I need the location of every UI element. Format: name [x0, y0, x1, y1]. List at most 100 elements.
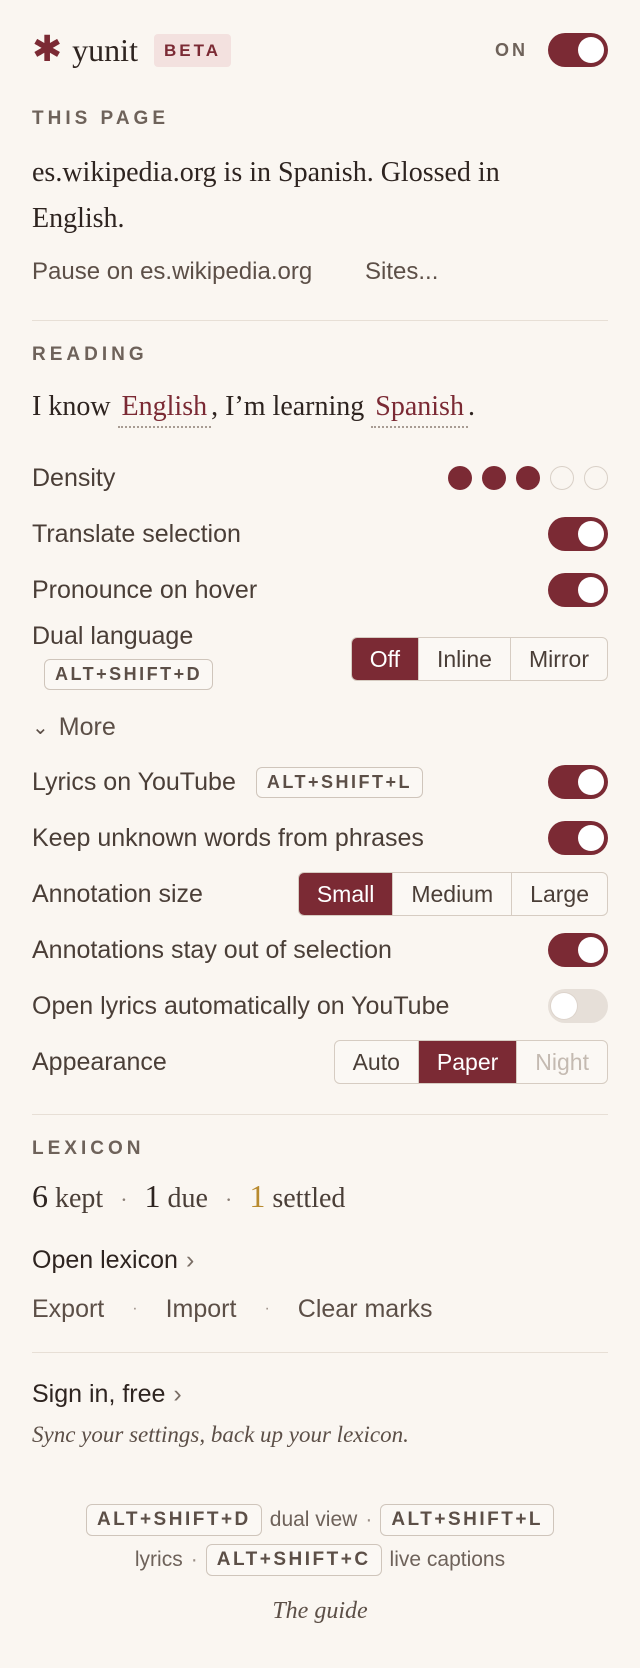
size-option-large[interactable]: Large — [511, 873, 607, 915]
asterisk-logo-icon: ✱ — [32, 29, 63, 70]
dual-language-label-group: Dual language ALT+SHIFT+D — [32, 622, 214, 690]
density-selector[interactable] — [448, 466, 608, 490]
sign-in-link[interactable]: Sign in, free › — [32, 1380, 182, 1409]
keep-unknown-label: Keep unknown words from phrases — [32, 823, 424, 852]
lexicon-stats: 6 kept · 1 due · 1 settled — [32, 1178, 345, 1215]
density-label: Density — [32, 463, 116, 492]
translate-selection-label: Translate selection — [32, 519, 241, 548]
pronounce-hover-label: Pronounce on hover — [32, 575, 258, 604]
appearance-option-auto[interactable]: Auto — [335, 1041, 418, 1083]
shortcut-line-1: ALT+SHIFT+D dual view · ALT+SHIFT+L — [32, 1504, 608, 1536]
lyrics-youtube-row: Lyrics on YouTube ALT+SHIFT+L — [32, 764, 608, 800]
dual-option-mirror[interactable]: Mirror — [509, 638, 607, 680]
sign-in-label: Sign in, free — [32, 1380, 166, 1408]
power-toggle[interactable] — [548, 33, 608, 67]
sites-link[interactable]: Sites... — [365, 258, 438, 286]
lyrics-footer-shortcut: ALT+SHIFT+L — [380, 1504, 555, 1536]
header: ✱ yunit BETA ON — [32, 28, 608, 72]
open-lyrics-auto-label: Open lyrics automatically on YouTube — [32, 991, 450, 1020]
chevron-right-icon: › — [173, 1380, 182, 1408]
settled-label: settled — [272, 1183, 346, 1214]
import-link[interactable]: Import — [166, 1295, 237, 1324]
app-name: yunit — [72, 31, 138, 68]
language-pair-sentence: I know English, I’m learning Spanish. — [32, 384, 608, 430]
guide-link[interactable]: The guide — [0, 1598, 640, 1625]
footer-separator: · — [365, 1508, 373, 1531]
dual-language-segmented[interactable]: Off Inline Mirror — [350, 637, 608, 681]
translate-selection-row: Translate selection — [32, 516, 608, 552]
settled-count: 1 — [249, 1178, 266, 1214]
density-dot[interactable] — [550, 466, 574, 490]
appearance-segmented[interactable]: Auto Paper Night — [333, 1040, 608, 1084]
kept-count: 6 — [32, 1178, 48, 1214]
open-lexicon-label: Open lexicon — [32, 1246, 178, 1274]
toggle-knob — [578, 37, 604, 63]
lyrics-shortcut: ALT+SHIFT+L — [255, 766, 424, 798]
annotation-size-segmented[interactable]: Small Medium Large — [297, 872, 608, 916]
learning-language-select[interactable]: Spanish — [371, 391, 468, 428]
shortcut-line-2: lyrics · ALT+SHIFT+C live captions — [32, 1544, 608, 1576]
kept-label: kept — [55, 1183, 104, 1214]
toggle-knob — [551, 993, 577, 1019]
translate-selection-toggle[interactable] — [548, 517, 608, 551]
appearance-option-paper[interactable]: Paper — [417, 1041, 517, 1083]
keep-unknown-row: Keep unknown words from phrases — [32, 820, 608, 856]
more-toggle[interactable]: ⌄ More — [32, 710, 608, 744]
dual-view-label: dual view — [269, 1508, 358, 1531]
more-label: More — [58, 712, 116, 741]
stat-separator: · — [120, 1187, 128, 1212]
clear-marks-link[interactable]: Clear marks — [298, 1295, 433, 1324]
chevron-right-icon: › — [185, 1246, 195, 1274]
size-option-medium[interactable]: Medium — [392, 873, 511, 915]
export-link[interactable]: Export — [32, 1295, 104, 1324]
dual-language-shortcut: ALT+SHIFT+D — [44, 659, 214, 690]
divider — [32, 320, 608, 321]
known-language-select[interactable]: English — [117, 391, 212, 428]
density-dot[interactable] — [516, 466, 540, 490]
power-status-label: ON — [495, 39, 528, 60]
open-lexicon-link[interactable]: Open lexicon › — [32, 1246, 194, 1275]
pronounce-hover-toggle[interactable] — [548, 573, 608, 607]
lyrics-footer-label: lyrics — [134, 1548, 183, 1571]
toggle-knob — [578, 769, 604, 795]
know-prefix: I know — [32, 391, 111, 422]
keep-unknown-toggle[interactable] — [548, 821, 608, 855]
sentence-end: . — [467, 391, 475, 422]
footer-separator: · — [190, 1548, 198, 1571]
dual-option-off[interactable]: Off — [351, 638, 418, 680]
lexicon-section-label: LEXICON — [32, 1138, 145, 1159]
sync-note: Sync your settings, back up your lexicon… — [32, 1422, 409, 1447]
density-dot[interactable] — [482, 466, 506, 490]
due-count: 1 — [144, 1178, 161, 1214]
lyrics-youtube-toggle[interactable] — [548, 765, 608, 799]
annotations-out-row: Annotations stay out of selection — [32, 932, 608, 968]
beta-badge: BETA — [153, 33, 231, 67]
open-lyrics-auto-toggle[interactable] — [548, 989, 608, 1023]
toggle-knob — [578, 577, 604, 603]
toggle-knob — [578, 937, 604, 963]
open-lyrics-auto-row: Open lyrics automatically on YouTube — [32, 988, 608, 1024]
size-option-small[interactable]: Small — [298, 873, 393, 915]
pronounce-hover-row: Pronounce on hover — [32, 572, 608, 608]
toggle-knob — [578, 825, 604, 851]
density-dot[interactable] — [448, 466, 472, 490]
pause-site-link[interactable]: Pause on es.wikipedia.org — [32, 258, 312, 286]
density-row: Density — [32, 460, 608, 496]
learning-prefix: , I’m learning — [211, 391, 365, 422]
dual-option-inline[interactable]: Inline — [417, 638, 510, 680]
action-separator: · — [132, 1300, 138, 1317]
annotation-size-row: Annotation size Small Medium Large — [32, 872, 608, 916]
dual-language-row: Dual language ALT+SHIFT+D Off Inline Mir… — [32, 622, 608, 702]
due-label: due — [167, 1183, 208, 1214]
captions-label: live captions — [389, 1548, 506, 1571]
divider — [32, 1352, 608, 1353]
dual-language-label: Dual language — [32, 622, 194, 650]
appearance-label: Appearance — [32, 1047, 167, 1076]
page-language-summary: es.wikipedia.org is in Spanish. Glossed … — [32, 157, 500, 234]
lexicon-actions: Export · Import · Clear marks — [32, 1292, 608, 1326]
appearance-option-night[interactable]: Night — [516, 1041, 607, 1083]
this-page-section-label: THIS PAGE — [32, 108, 169, 129]
density-dot[interactable] — [584, 466, 608, 490]
annotations-out-toggle[interactable] — [548, 933, 608, 967]
annotations-out-label: Annotations stay out of selection — [32, 935, 392, 964]
